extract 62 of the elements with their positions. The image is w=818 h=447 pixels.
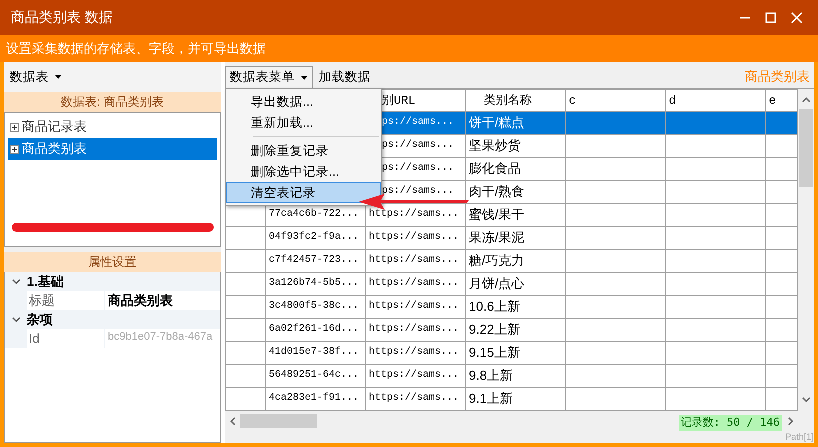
scroll-thumb[interactable] (799, 109, 813, 187)
property-category[interactable]: 杂项 (5, 310, 220, 329)
table-cell: 56489251-64c... (266, 364, 366, 388)
menu-button[interactable]: 数据表菜单 (225, 66, 313, 88)
expand-icon[interactable] (10, 144, 19, 154)
scroll-up-icon[interactable] (802, 97, 810, 103)
load-data-button[interactable]: 加载数据 (313, 66, 377, 88)
table-cell: 糖/巧克力 (466, 250, 566, 272)
table-cell: 3a126b74-5b5... (266, 272, 366, 296)
caret-icon (55, 75, 62, 80)
chevron-icon[interactable] (12, 316, 20, 322)
table-cell: 果冻/果泥 (466, 226, 566, 250)
table-cell: 膨化食品 (466, 158, 566, 180)
table-cell: https://sams... (366, 272, 466, 296)
caret-icon (301, 76, 308, 80)
table-cell: 6a02f261-16d... (266, 318, 366, 342)
table-cell: 坚果炒货 (466, 134, 566, 158)
record-count: 记录数: 50 / 146 (678, 414, 782, 432)
table-cell: 肉干/熟食 (466, 180, 566, 204)
scroll-left-icon[interactable] (230, 416, 236, 426)
dropdown-button[interactable]: 数据表 (8, 68, 64, 86)
column-header[interactable]: d (666, 90, 766, 112)
table-cell: c7f42457-723... (266, 250, 366, 272)
vertical-scrollbar[interactable] (798, 89, 814, 411)
table-cell: 10.6上新 (466, 296, 566, 318)
column-header[interactable]: c (566, 90, 666, 112)
table-cell: 饼干/糕点 (466, 112, 566, 134)
table-cell: 蜜饯/果干 (466, 204, 566, 226)
maximize-icon (765, 12, 777, 24)
table-cell: https://sams... (366, 318, 466, 342)
table-cell: https://sams... (366, 342, 466, 364)
table-cell: https://sams... (366, 296, 466, 318)
expand-icon[interactable] (10, 122, 19, 132)
table-cell: 9.15上新 (466, 342, 566, 364)
window-title: 商品类别表 数据 (11, 8, 114, 27)
property-name: 标题 (27, 291, 105, 310)
panel-header: 数据表: 商品类别表 (4, 92, 221, 112)
tree-item[interactable]: 商品类别表 (8, 138, 217, 160)
property-category[interactable]: 1.基础 (5, 272, 220, 291)
property-name: Id (27, 329, 105, 348)
column-header[interactable]: 类别名称 (466, 90, 566, 112)
scroll-thumb[interactable] (240, 414, 317, 428)
banner-text: 设置采集数据的存储表、字段，并可导出数据 (0, 35, 818, 62)
chevron-icon[interactable] (12, 278, 20, 284)
table-cell: 41d015e7-38f... (266, 342, 366, 364)
tree-item[interactable]: 商品记录表 (8, 116, 217, 138)
panel-header: 属性设置 (4, 252, 221, 272)
table-cell: https://sams... (366, 250, 466, 272)
table-cell: 04f93fc2-f9a... (266, 226, 366, 250)
path-label: Path[1] (785, 432, 814, 443)
table-cell: 9.22上新 (466, 318, 566, 342)
current-table-label: 商品类别表 (745, 68, 811, 86)
table-cell: 3c4800f5-38c... (266, 296, 366, 318)
scroll-down-icon[interactable] (802, 397, 810, 403)
close-icon (791, 12, 803, 24)
menu-item[interactable]: 清空表记录 (226, 182, 381, 203)
table-cell: https://sams... (366, 226, 466, 250)
scroll-right-icon[interactable] (788, 416, 794, 426)
table-cell: https://sams... (366, 364, 466, 388)
property-value[interactable]: 商品类别表 (105, 291, 220, 310)
table-cell: 月饼/点心 (466, 272, 566, 296)
table-cell: 9.8上新 (466, 364, 566, 388)
